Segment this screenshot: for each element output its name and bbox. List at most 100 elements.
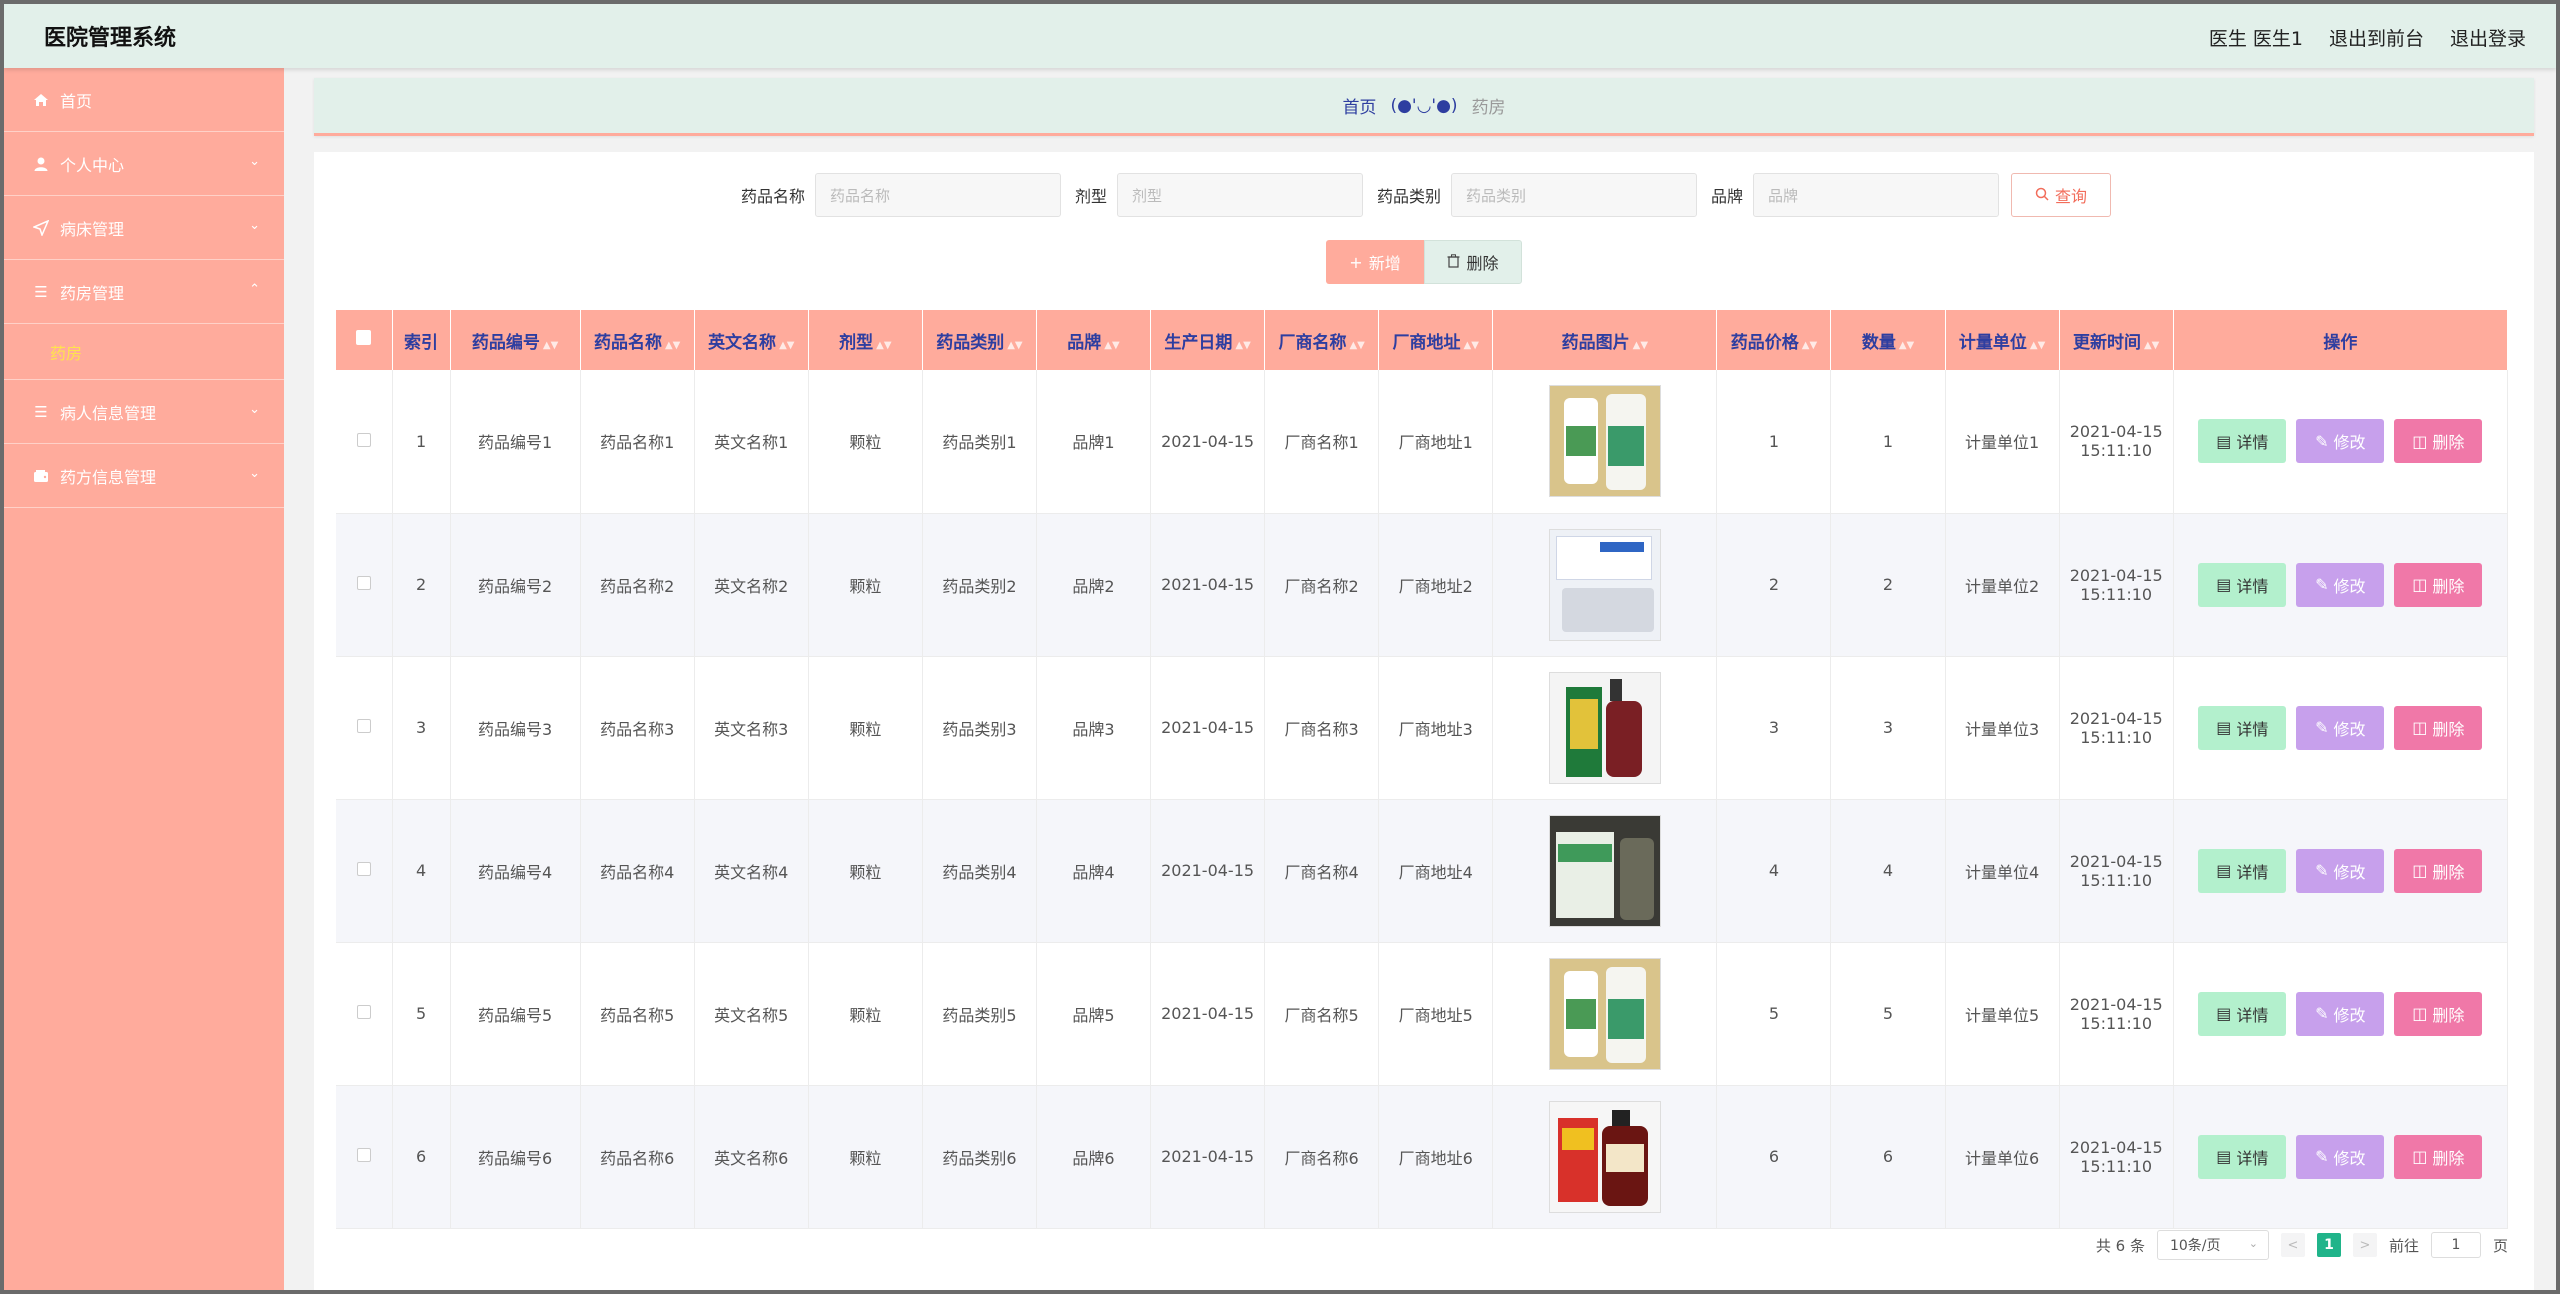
cell-price: 4 [1716,799,1832,943]
detail-button[interactable]: ▤ 详情 [2198,562,2287,607]
delete-button[interactable]: ◫ 删除 [2394,1134,2483,1179]
sidebar-item-patient-info[interactable]: ☰ 病人信息管理 ⌄ [4,380,284,444]
sidebar-item-prescription-info[interactable]: 药方信息管理 ⌄ [4,444,284,508]
column-header[interactable]: 剂型 ▲▼ [808,310,923,370]
delete-button[interactable]: ◫ 删除 [2394,991,2483,1036]
column-header[interactable]: 药品图片 ▲▼ [1492,310,1718,370]
drug-table: 索引 药品编号 ▲▼ 药品名称 ▲▼ 英文名称 ▲▼ 剂型 ▲▼ 药品类别 ▲▼ 品牌 ▲▼… [336,310,2509,1229]
edit-button[interactable]: ✎ 修改 [2296,1134,2385,1179]
column-header[interactable]: 药品名称 ▲▼ [580,310,695,370]
edit-button[interactable]: ✎ 修改 [2296,562,2385,607]
row-checkbox[interactable] [336,1085,393,1229]
cell-name: 药品名称2 [580,513,695,657]
column-header[interactable]: 厂商地址 ▲▼ [1378,310,1494,370]
delete-button[interactable]: ◫ 删除 [2394,562,2483,607]
column-header[interactable]: 计量单位 ▲▼ [1945,310,2060,370]
column-header[interactable]: 药品价格 ▲▼ [1716,310,1832,370]
detail-button[interactable]: ▤ 详情 [2198,705,2287,750]
breadcrumb-current: 药房 [1471,98,1506,118]
detail-button[interactable]: ▤ 详情 [2198,419,2287,464]
user-icon [32,155,50,173]
edit-button[interactable]: ✎ 修改 [2296,705,2385,750]
column-header[interactable]: 药品类别 ▲▼ [922,310,1037,370]
cell-brand: 品牌3 [1036,656,1152,800]
column-header[interactable]: 厂商名称 ▲▼ [1264,310,1380,370]
row-checkbox[interactable] [336,656,393,800]
chevron-up-icon: ⌃ [249,282,260,297]
page-number-current[interactable]: 1 [2316,1233,2341,1257]
cell-code: 药品编号5 [450,942,581,1086]
delete-button[interactable]: ◫ 删除 [2394,705,2483,750]
goto-page-input[interactable]: 1 [2430,1232,2481,1258]
sidebar-item-label: 病人信息管理 [60,403,157,423]
cell-qty: 5 [1830,942,1946,1086]
document-icon: ▤ [2216,575,2232,594]
dosage-form-input[interactable]: 剂型 [1117,173,1363,217]
sort-icon: ▲▼ [542,339,559,351]
cell-address: 厂商地址2 [1378,513,1494,657]
brand-input[interactable]: 品牌 [1753,173,2000,217]
logout-link[interactable]: 退出登录 [2450,24,2526,51]
column-header[interactable]: 更新时间 ▲▼ [2059,310,2174,370]
drug-category-input[interactable]: 药品类别 [1451,173,1698,217]
next-page-button[interactable]: > [2352,1233,2377,1257]
exit-to-front-link[interactable]: 退出到前台 [2329,24,2424,51]
add-button-label: 新增 [1368,254,1401,273]
column-header[interactable]: 数量 ▲▼ [1830,310,1946,370]
delete-button[interactable]: ◫ 删除 [2394,419,2483,464]
edit-button[interactable]: ✎ 修改 [2296,848,2385,893]
prev-page-button[interactable]: < [2280,1233,2305,1257]
row-checkbox[interactable] [336,370,393,514]
cell-date: 2021-04-15 [1150,799,1266,943]
delete-button[interactable]: ◫ 删除 [2394,848,2483,893]
cell-updated: 2021-04-15 15:11:10 [2059,370,2174,514]
cell-price: 5 [1716,942,1832,1086]
cell-updated: 2021-04-15 15:11:10 [2059,942,2174,1086]
cell-date: 2021-04-15 [1150,656,1266,800]
goto-label: 前往 [2388,1236,2419,1255]
select-all-checkbox[interactable] [336,310,393,370]
sidebar-item-personal-center[interactable]: 个人中心 ⌄ [4,132,284,196]
detail-button[interactable]: ▤ 详情 [2198,991,2287,1036]
cell-category: 药品类别2 [922,513,1037,657]
cell-qty: 4 [1830,799,1946,943]
detail-button[interactable]: ▤ 详情 [2198,848,2287,893]
column-header[interactable]: 药品编号 ▲▼ [450,310,581,370]
query-button[interactable]: 查询 [2011,173,2112,217]
row-checkbox[interactable] [336,513,393,657]
cell-actions: ▤ 详情 ✎ 修改 ◫ 删除 [2173,942,2509,1086]
send-icon [32,219,50,237]
sidebar-item-bed-management[interactable]: 病床管理 ⌄ [4,196,284,260]
sidebar-item-home[interactable]: 首页 [4,68,284,132]
current-user-label: 医生 医生1 [2208,28,2303,50]
document-icon: ▤ [2216,1147,2232,1166]
add-button[interactable]: + 新增 [1326,240,1424,284]
chevron-down-icon: ⌄ [249,154,260,169]
trash-icon: ◫ [2412,1004,2428,1023]
edit-button[interactable]: ✎ 修改 [2296,419,2385,464]
cell-en-name: 英文名称4 [694,799,809,943]
page-size-select[interactable]: 10条/页 ⌄ [2156,1230,2269,1260]
sidebar-subitem-pharmacy[interactable]: 药房 [4,324,284,380]
column-header[interactable]: 英文名称 ▲▼ [694,310,809,370]
row-checkbox[interactable] [336,942,393,1086]
detail-button[interactable]: ▤ 详情 [2198,1134,2287,1179]
cell-price: 6 [1716,1085,1832,1229]
header-links: 医生 医生1 退出到前台 退出登录 [2209,24,2526,51]
column-header[interactable]: 品牌 ▲▼ [1036,310,1152,370]
sidebar-item-pharmacy-management[interactable]: ☰ 药房管理 ⌃ [4,260,284,324]
drug-name-input[interactable]: 药品名称 [814,173,1061,217]
breadcrumb-home[interactable]: 首页 [1342,93,1376,118]
row-checkbox[interactable] [336,799,393,943]
cell-image [1492,513,1718,657]
cell-date: 2021-04-15 [1150,942,1266,1086]
home-icon [32,91,50,109]
edit-button[interactable]: ✎ 修改 [2296,991,2385,1036]
batch-delete-button[interactable]: 删除 [1424,240,1522,284]
table-row: 4 药品编号4 药品名称4 英文名称4 颗粒 药品类别4 品牌4 2021-04… [336,799,2509,943]
sidebar-item-label: 病床管理 [60,219,125,239]
trash-icon: ◫ [2412,431,2428,451]
column-header[interactable]: 生产日期 ▲▼ [1150,310,1266,370]
plus-icon: + [1349,252,1363,272]
cell-category: 药品类别4 [922,799,1037,943]
